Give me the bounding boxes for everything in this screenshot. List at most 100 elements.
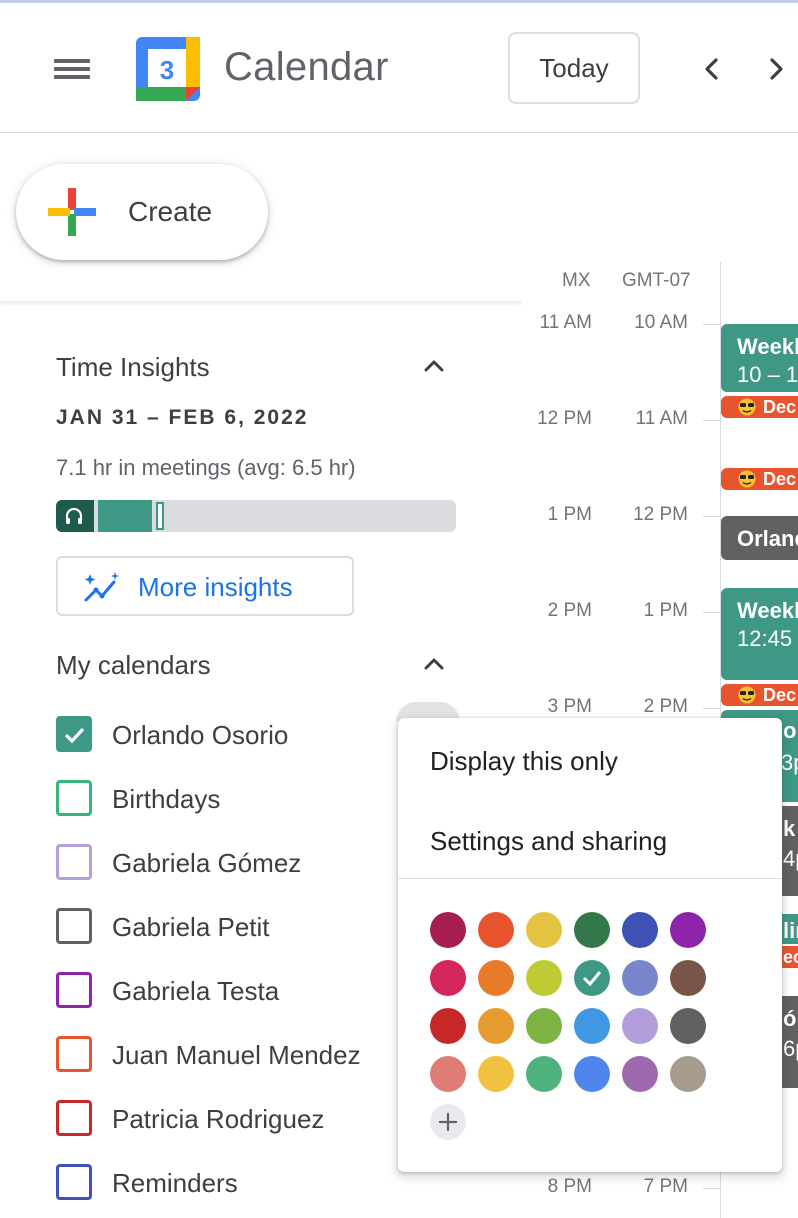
hour-gridline [703,324,720,325]
event-weekly-2[interactable]: Weekl 12:45 [721,588,798,680]
calendar-item[interactable]: Patricia Rodriguez [56,1098,416,1138]
calendar-logo-icon[interactable]: 3 [136,37,200,101]
calendar-item[interactable]: Birthdays [56,778,416,818]
color-swatch[interactable] [622,912,658,948]
color-swatch[interactable] [622,1008,658,1044]
color-swatch[interactable] [478,1056,514,1092]
calendar-label: Orlando Osorio [112,720,289,750]
event-title: ec [783,947,798,967]
hour-gridline [703,516,720,517]
event-dec-3[interactable]: Dec [721,684,798,706]
main-menu-button[interactable] [50,51,94,87]
calendar-item[interactable]: Gabriela Testa [56,970,416,1010]
event-title: lin [783,918,798,943]
calendar-label: Reminders [112,1168,238,1198]
event-title: Weekl [737,334,798,359]
hamburger-menu-icon-bar [54,75,90,79]
more-insights-button[interactable]: More insights [56,556,354,616]
calendar-label: Gabriela Petit [112,912,270,942]
meeting-time-bar [56,500,456,532]
calendar-item[interactable]: Gabriela Gómez [56,842,416,882]
checkmark-icon [582,971,602,987]
create-label: Create [128,196,213,227]
color-swatch[interactable] [670,960,706,996]
calendar-item[interactable]: Juan Manuel Mendez [56,1034,416,1074]
event-orlando[interactable]: Orland [721,516,798,560]
calendar-item[interactable]: Orlando Osorio [56,714,416,754]
time-label-secondary: 2 PM [643,696,688,717]
color-swatch[interactable] [622,960,658,996]
color-swatch[interactable] [574,960,610,996]
calendar-checkbox[interactable] [56,908,92,944]
time-insights-title: Time Insights [56,352,210,382]
color-swatch[interactable] [478,912,514,948]
event-title: k [783,816,796,841]
next-period-button[interactable] [758,51,794,87]
color-swatch[interactable] [430,1008,466,1044]
color-swatch[interactable] [622,1056,658,1092]
color-swatch[interactable] [574,1056,610,1092]
color-swatch[interactable] [430,912,466,948]
time-label-secondary: 10 AM [634,312,688,333]
color-swatch[interactable] [478,1008,514,1044]
calendar-checkbox[interactable] [56,1036,92,1072]
average-marker [156,502,164,530]
calendar-checkbox[interactable] [56,1100,92,1136]
time-label-secondary: 12 PM [633,504,688,525]
color-swatch[interactable] [574,1008,610,1044]
event-time: 10 – 1 [737,362,798,387]
logo-day-number: 3 [160,55,174,85]
checkmark-icon [64,727,85,744]
calendar-checkbox[interactable] [56,844,92,880]
event-dec-1[interactable]: Dec [721,396,798,418]
color-swatch[interactable] [574,912,610,948]
color-swatch[interactable] [670,1056,706,1092]
calendar-checkbox[interactable] [56,1164,92,1200]
settings-and-sharing-item[interactable]: Settings and sharing [398,804,782,874]
hour-gridline [703,420,720,421]
calendar-label: Gabriela Gómez [112,848,302,878]
collapse-time-insights-chevron-up-icon[interactable] [420,352,448,380]
calendar-checkbox[interactable] [56,716,92,752]
time-label-secondary: 1 PM [643,600,688,621]
color-swatch[interactable] [526,1056,562,1092]
display-this-only-label: Display this only [430,746,618,776]
today-button[interactable]: Today [508,32,640,104]
more-insights-label: More insights [138,572,293,602]
calendar-label: Birthdays [112,784,221,814]
event-title: Dec [763,469,797,489]
sunglasses-emoji-icon [738,470,756,488]
color-swatch[interactable] [670,1008,706,1044]
calendar-checkbox[interactable] [56,780,92,816]
hamburger-menu-icon [54,59,90,63]
menu-divider [398,878,782,879]
plus-icon [438,1112,458,1132]
color-swatch[interactable] [430,1056,466,1092]
sunglasses-emoji-icon [738,398,756,416]
calendar-checkbox[interactable] [56,972,92,1008]
hour-gridline [703,612,720,613]
calendar-item[interactable]: Gabriela Petit [56,906,416,946]
create-button[interactable]: Create [16,164,268,260]
event-title: Dec [763,685,797,705]
insights-date-range: JAN 31 – FEB 6, 2022 [56,406,309,429]
event-title: o l [783,718,798,743]
add-custom-color-button[interactable] [430,1104,466,1140]
color-swatch[interactable] [526,912,562,948]
time-label-primary: 11 AM [539,312,592,333]
collapse-my-calendars-chevron-up-icon[interactable] [420,650,448,678]
event-time: 12:45 [737,626,793,651]
time-label-secondary: 7 PM [643,1176,688,1197]
previous-period-button[interactable] [694,51,730,87]
display-this-only-item[interactable]: Display this only [398,724,782,794]
color-swatch[interactable] [526,960,562,996]
hour-gridline [703,1188,720,1189]
color-swatch[interactable] [478,960,514,996]
color-swatch[interactable] [526,1008,562,1044]
event-weekly-1[interactable]: Weekl 10 – 1 [721,324,798,392]
color-swatch[interactable] [670,912,706,948]
calendar-item[interactable]: Reminders [56,1162,416,1202]
event-dec-2[interactable]: Dec [721,468,798,490]
color-swatch[interactable] [430,960,466,996]
app-header: 3 Calendar Today [0,3,798,133]
